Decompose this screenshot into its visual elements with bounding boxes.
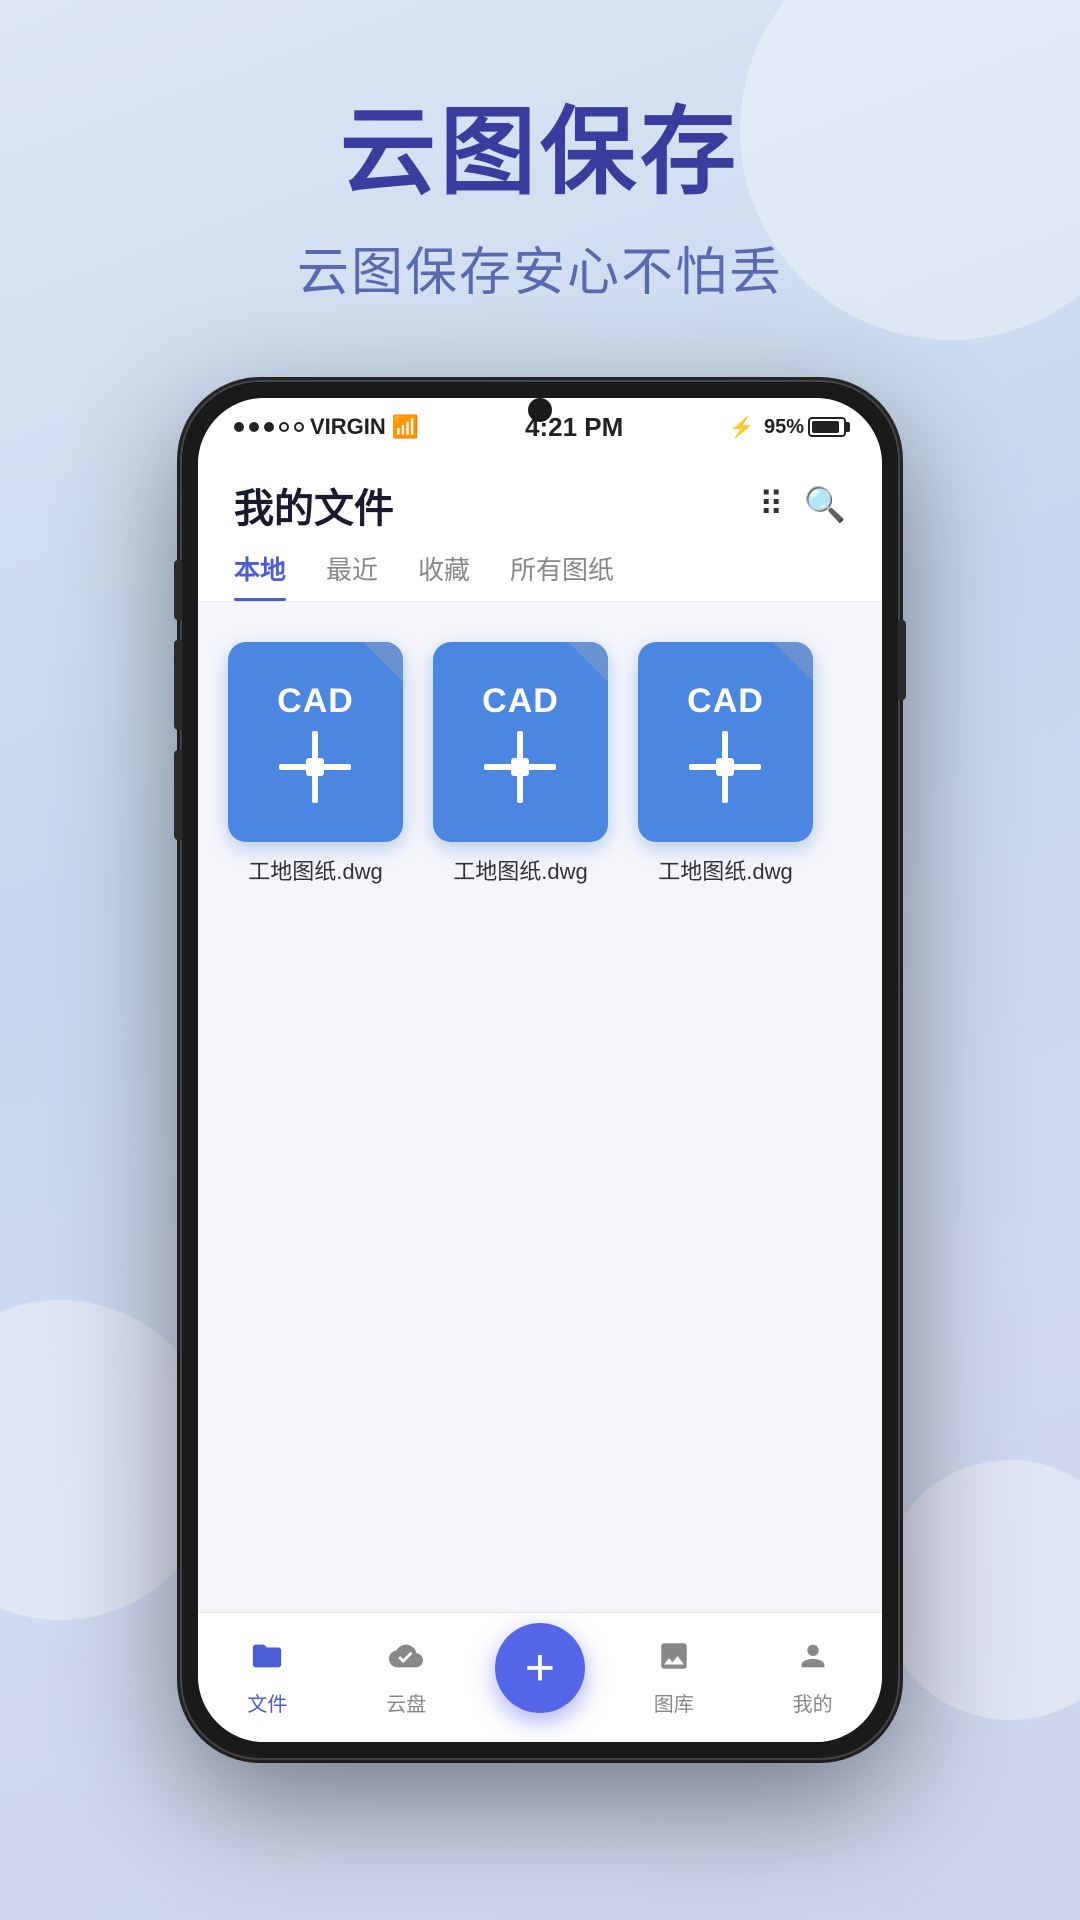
signal-dot-4	[279, 422, 289, 432]
nav-profile-label: 我的	[793, 1688, 833, 1717]
status-left: VIRGIN 📶	[234, 414, 419, 440]
add-icon: +	[525, 1642, 555, 1694]
file-name-3: 工地图纸.dwg	[658, 854, 792, 886]
battery-percent: 95%	[764, 416, 804, 439]
volume-up-button	[174, 640, 182, 730]
nav-add-button[interactable]: +	[495, 1623, 585, 1713]
nav-cloud[interactable]: 云盘	[356, 1639, 456, 1717]
cad-content-1: CAD	[277, 682, 354, 803]
tab-recent[interactable]: 最近	[326, 550, 378, 601]
signal-dot-1	[234, 422, 244, 432]
search-icon[interactable]: 🔍	[804, 485, 846, 525]
power-button	[898, 620, 906, 700]
volume-down-button	[174, 750, 182, 840]
cross-center-1	[306, 758, 324, 776]
signal-dot-2	[249, 422, 259, 432]
cad-cross-3	[689, 731, 761, 803]
app-title: 我的文件	[234, 476, 394, 534]
file-icon-3: CAD	[638, 642, 813, 842]
tab-all-drawings[interactable]: 所有图纸	[510, 550, 614, 601]
hero-title: 云图保存	[0, 100, 1080, 206]
file-name-1: 工地图纸.dwg	[248, 854, 382, 886]
cad-label-1: CAD	[277, 682, 354, 721]
nav-profile[interactable]: 我的	[763, 1639, 863, 1717]
signal-icon	[234, 422, 304, 432]
status-right: ⚡ 95%	[729, 415, 846, 440]
cad-label-2: CAD	[482, 682, 559, 721]
nav-files[interactable]: 文件	[217, 1639, 317, 1717]
file-icon-1: CAD	[228, 642, 403, 842]
cross-center-2	[511, 758, 529, 776]
cad-label-3: CAD	[687, 682, 764, 721]
bluetooth-icon: ⚡	[729, 415, 754, 440]
file-card-3[interactable]: CAD 工地图纸.dwg	[638, 642, 813, 886]
cad-cross-2	[484, 731, 556, 803]
phone-screen: VIRGIN 📶 4:21 PM ⚡ 95% 我的文件	[198, 398, 882, 1742]
camera-notch	[528, 398, 552, 422]
hero-subtitle: 云图保存安心不怕丢	[0, 230, 1080, 305]
battery-indicator: 95%	[764, 416, 846, 439]
cad-content-3: CAD	[687, 682, 764, 803]
gallery-icon	[657, 1639, 691, 1682]
tab-favorites[interactable]: 收藏	[418, 550, 470, 601]
tab-bar: 本地 最近 收藏 所有图纸	[198, 534, 882, 602]
file-card-1[interactable]: CAD 工地图纸.dwg	[228, 642, 403, 886]
wifi-icon: 📶	[392, 414, 419, 440]
cloud-icon	[389, 1639, 423, 1682]
carrier-label: VIRGIN	[310, 414, 386, 440]
bg-blob-3	[880, 1460, 1080, 1720]
bottom-nav: 文件 云盘 +	[198, 1612, 882, 1742]
signal-dot-5	[294, 422, 304, 432]
nav-cloud-label: 云盘	[386, 1688, 426, 1717]
nav-gallery[interactable]: 图库	[624, 1639, 724, 1717]
nav-files-label: 文件	[247, 1688, 287, 1717]
file-name-2: 工地图纸.dwg	[453, 854, 587, 886]
tab-local[interactable]: 本地	[234, 550, 286, 601]
mute-button	[174, 560, 182, 620]
header-icons: ⠿ 🔍	[759, 485, 846, 525]
cad-content-2: CAD	[482, 682, 559, 803]
files-icon	[250, 1639, 284, 1682]
hero-section: 云图保存 云图保存安心不怕丢	[0, 100, 1080, 305]
battery-fill	[812, 421, 839, 433]
grid-view-icon[interactable]: ⠿	[759, 485, 784, 525]
cross-center-3	[716, 758, 734, 776]
phone-mockup: VIRGIN 📶 4:21 PM ⚡ 95% 我的文件	[180, 380, 900, 1760]
app-header: 我的文件 ⠿ 🔍	[198, 456, 882, 534]
cad-cross-1	[279, 731, 351, 803]
phone-frame: VIRGIN 📶 4:21 PM ⚡ 95% 我的文件	[180, 380, 900, 1760]
profile-icon	[796, 1639, 830, 1682]
battery-bar	[808, 417, 846, 437]
file-icon-2: CAD	[433, 642, 608, 842]
signal-dot-3	[264, 422, 274, 432]
nav-gallery-label: 图库	[654, 1688, 694, 1717]
file-grid: CAD 工地图纸.dwg CAD	[198, 602, 882, 1612]
file-card-2[interactable]: CAD 工地图纸.dwg	[433, 642, 608, 886]
